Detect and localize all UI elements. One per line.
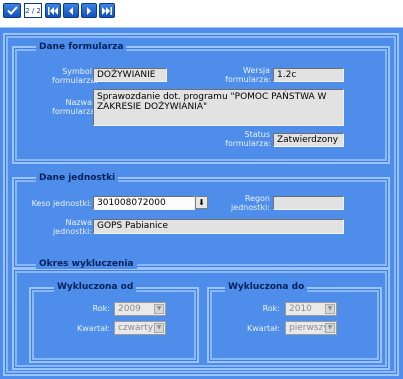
status-label-line1: Status [244,130,271,139]
status-label: Status formularza: [225,130,271,148]
from-year-select[interactable]: 2009 ▼ [114,302,166,316]
form-data-title: Dane formularza [36,42,127,52]
last-page-button[interactable] [99,3,115,18]
name-label-line1: Nazwa [65,98,92,107]
from-year-label: Rok: [92,304,110,313]
symbol-field[interactable]: DOŻYWIANIE [93,68,167,82]
to-quarter-label: Kwartał: [247,324,280,333]
chevron-down-icon: ▼ [325,304,335,314]
from-quarter-select[interactable]: czwarty ▼ [114,321,166,335]
regon-label-line1: Regon [244,194,270,203]
regon-field[interactable] [273,196,344,210]
previous-icon [69,6,73,15]
symbol-label-line1: Symbol [62,67,92,76]
chevron-down-icon: ▼ [154,323,164,333]
from-quarter-label: Kwartał: [77,324,110,333]
unit-name-label: Nazwa jednostki: [52,218,92,236]
save-button[interactable] [3,3,21,18]
keso-label: Keso jednostki: [31,199,92,208]
version-label-line1: Wersja [243,66,270,75]
keso-field[interactable]: 301008072000 [93,196,195,210]
excluded-to-title: Wykluczona do [225,282,308,292]
name-label-line2: formularza: [52,107,98,116]
next-page-button[interactable] [81,3,97,18]
page-indicator-text: 2 / 2 [25,6,41,15]
from-year-value: 2009 [118,304,141,314]
download-icon: ⬇ [198,198,205,207]
to-year-select[interactable]: 2010 ▼ [285,302,337,316]
version-label: Wersja formularza: [225,66,271,84]
from-quarter-value: czwarty [118,323,154,333]
unit-name-label-line2: jednostki: [52,227,92,236]
status-label-line2: formularza: [225,139,271,148]
form-name-field[interactable]: Sprawozdanie dot. programu "POMOC PAŃSTW… [93,89,344,126]
regon-label: Regon jednostki: [225,194,270,212]
first-icon [48,6,58,15]
status-field[interactable]: Zatwierdzony [273,133,344,147]
previous-page-button[interactable] [63,3,79,18]
exclusion-title: Okres wykluczenia [36,259,137,269]
to-quarter-value: pierwszy [289,323,329,333]
next-icon [87,6,91,15]
check-icon [6,6,18,15]
symbol-label: Symbol formularza: [52,67,98,85]
page-indicator: 2 / 2 [24,3,42,18]
unit-data-title: Dane jednostki [36,173,119,183]
excluded-from-title: Wykluczona od [54,282,137,292]
version-label-line2: formularza: [225,75,271,84]
name-label: Nazwa formularza: [52,98,98,116]
to-quarter-select[interactable]: pierwszy ▼ [285,321,337,335]
keso-lookup-button[interactable]: ⬇ [195,196,208,209]
regon-label-line2: jednostki: [230,203,270,212]
to-year-value: 2010 [289,304,312,314]
unit-name-label-line1: Nazwa [65,218,92,227]
last-icon [102,6,112,15]
chevron-down-icon: ▼ [325,323,335,333]
symbol-label-line2: formularza: [52,76,98,85]
first-page-button[interactable] [45,3,61,18]
chevron-down-icon: ▼ [154,304,164,314]
form-panel: Dane formularza Symbol formularza: DOŻYW… [0,27,403,379]
version-field[interactable]: 1.2c [273,68,344,82]
to-year-label: Rok: [262,304,280,313]
unit-name-field[interactable]: GOPS Pabianice [93,219,344,234]
